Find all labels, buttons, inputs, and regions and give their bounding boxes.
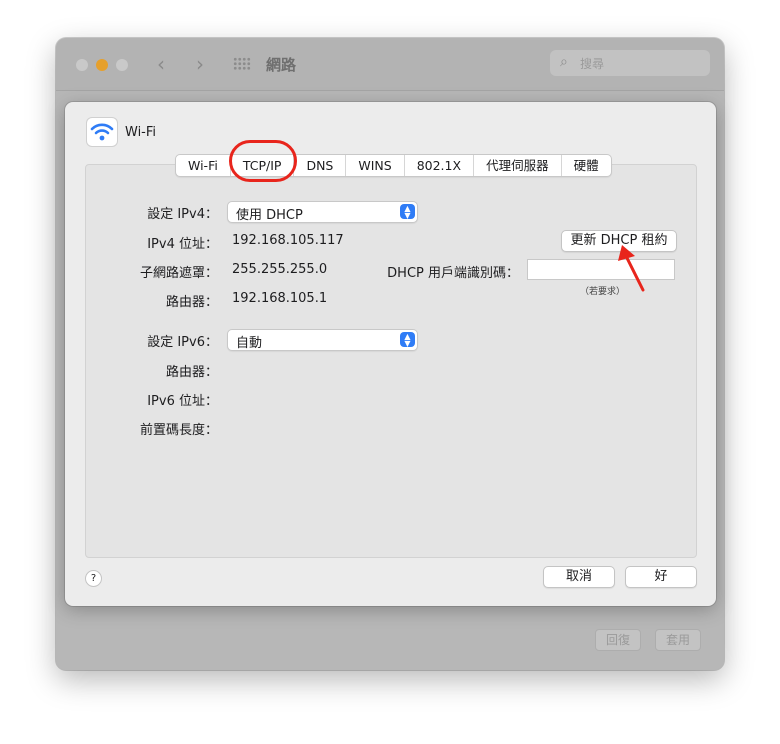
ipv4-address-label: IPv4 位址： (147, 237, 218, 252)
configure-ipv4-value: 使用 DHCP (236, 208, 303, 223)
prefix-length-label: 前置碼長度： (139, 423, 218, 438)
dhcp-client-id-field[interactable] (527, 259, 675, 280)
ok-button[interactable]: 好 (625, 566, 697, 588)
window-title: 網路 (266, 56, 297, 74)
subnet-mask-value: 255.255.255.0 (232, 262, 328, 277)
ipv6-address-label: IPv6 位址： (147, 394, 218, 409)
cancel-button[interactable]: 取消 (543, 566, 615, 588)
tab-proxies[interactable]: 代理伺服器 (474, 155, 562, 176)
tab-8021x[interactable]: 802.1X (405, 155, 475, 176)
tab-hardware[interactable]: 硬體 (562, 155, 611, 176)
wifi-icon (87, 118, 117, 146)
advanced-settings-sheet: Wi-Fi Wi-Fi TCP/IP DNS WINS 802.1X 代理伺服器… (65, 102, 716, 606)
interface-name: Wi-Fi (125, 125, 157, 140)
search-icon: ⌕ (560, 54, 568, 70)
ipv4-address-value: 192.168.105.117 (232, 233, 344, 248)
back-arrow-icon[interactable]: ‹ (157, 52, 165, 76)
configure-ipv4-label: 設定 IPv4： (147, 207, 218, 222)
subnet-mask-label: 子網路遮罩： (139, 266, 218, 281)
configure-ipv6-popup[interactable]: 自動 ▲ ▼ (227, 329, 418, 351)
ipv4-router-label: 路由器： (165, 295, 218, 310)
forward-arrow-icon[interactable]: › (196, 52, 204, 76)
help-button[interactable]: ? (85, 570, 102, 587)
show-all-grid-icon[interactable] (233, 57, 251, 71)
search-placeholder: 搜尋 (580, 57, 605, 71)
popup-chevrons-icon: ▲ ▼ (400, 332, 415, 348)
configure-ipv6-label: 設定 IPv6： (147, 335, 218, 350)
annotation-arrow-icon (618, 245, 645, 292)
dhcp-client-id-label: DHCP 用戶端識別碼： (387, 266, 519, 281)
tab-wifi[interactable]: Wi-Fi (176, 155, 231, 176)
search-input[interactable]: ⌕ 搜尋 (550, 50, 710, 76)
revert-button[interactable]: 回復 (595, 629, 642, 651)
ipv6-router-label: 路由器： (165, 365, 218, 380)
configure-ipv6-value: 自動 (236, 336, 263, 351)
configure-ipv4-popup[interactable]: 使用 DHCP ▲ ▼ (227, 201, 418, 223)
zoom-light[interactable] (116, 59, 128, 71)
apply-button[interactable]: 套用 (655, 629, 702, 651)
annotation-circle (229, 140, 297, 182)
popup-chevrons-icon: ▲ ▼ (400, 204, 415, 220)
close-light[interactable] (76, 59, 88, 71)
tab-dns[interactable]: DNS (294, 155, 347, 176)
tab-wins[interactable]: WINS (346, 155, 405, 176)
ipv4-router-value: 192.168.105.1 (232, 291, 328, 306)
title-bar: ‹ › 網路 ⌕ 搜尋 (56, 38, 724, 91)
minimize-light[interactable] (96, 59, 108, 71)
